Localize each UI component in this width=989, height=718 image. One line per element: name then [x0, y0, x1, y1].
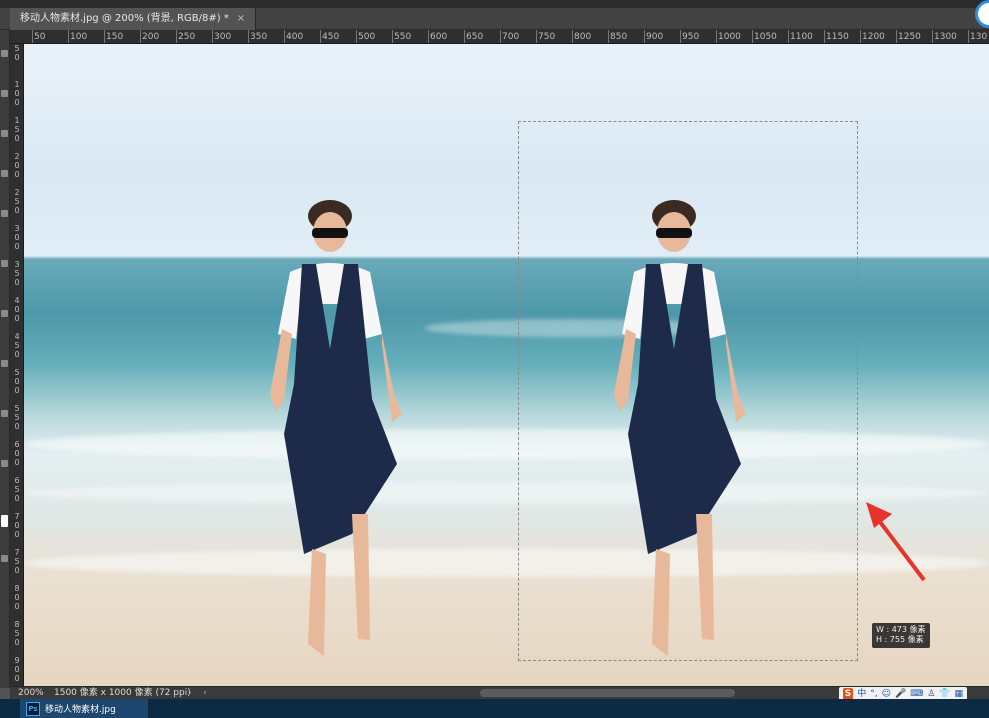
ruler-tick-label: 900 — [643, 30, 664, 43]
photoshop-window: 移动人物素材.jpg @ 200% (背景, RGB/8#) * × 50 100… — [0, 0, 989, 718]
ruler-tick-label: 3 0 0 — [14, 224, 20, 251]
document-tab-title: 移动人物素材.jpg @ 200% (背景, RGB/8#) * — [20, 13, 229, 24]
ruler-tick-label: 400 — [283, 30, 304, 43]
ruler-tick-label: 550 — [391, 30, 412, 43]
taskbar-item-label: 移动人物素材.jpg — [45, 705, 116, 715]
ruler-tick-label: 200 — [139, 30, 160, 43]
ruler-tick-label: 1050 — [752, 30, 777, 43]
document-info: 1500 像素 x 1000 像素 (72 ppi) — [54, 688, 191, 698]
crop-tool-icon[interactable] — [1, 170, 8, 177]
ruler-tick-label: 9 0 0 — [14, 656, 20, 683]
ruler-tick-label: 7 0 0 — [14, 512, 20, 539]
horizontal-ruler[interactable]: 50 100 150 200 250 300 350 400 450 500 550 600 650 70… — [10, 30, 989, 44]
ruler-tick-label: 250 — [175, 30, 196, 43]
ruler-tick-label: 2 5 0 — [14, 188, 20, 215]
person-original — [270, 200, 402, 656]
ruler-tick-label: 130 — [967, 30, 988, 43]
image-canvas[interactable]: W : 473 像素 H : 755 像素 — [24, 44, 989, 686]
ruler-tick-label: 6 5 0 — [14, 476, 20, 503]
ruler-tick-label: 350 — [247, 30, 268, 43]
options-bar-edge — [0, 0, 989, 8]
width-readout: W : 473 像素 — [876, 625, 926, 634]
ruler-tick-label: 1150 — [824, 30, 849, 43]
quick-mask-icon[interactable] — [1, 555, 8, 562]
ruler-tick-label: 650 — [463, 30, 484, 43]
microphone-icon[interactable]: 🎤 — [895, 688, 906, 700]
document-tab[interactable]: 移动人物素材.jpg @ 200% (背景, RGB/8#) * × — [10, 8, 257, 30]
horizontal-scrollbar[interactable] — [480, 689, 735, 697]
ruler-tick-label: 8 0 0 — [14, 584, 20, 611]
ruler-tick-label: 1250 — [896, 30, 921, 43]
ruler-tick-label: 4 0 0 — [14, 296, 20, 323]
move-tool-icon[interactable] — [1, 50, 8, 57]
ruler-tick-label: 1100 — [788, 30, 813, 43]
ruler-tick-label: 6 0 0 — [14, 440, 20, 467]
lasso-tool-icon[interactable] — [1, 130, 8, 137]
close-icon[interactable]: × — [237, 8, 245, 30]
height-readout: H : 755 像素 — [876, 635, 924, 644]
ruler-tick-label: 1 5 0 — [14, 116, 20, 143]
ruler-tick-label: 5 0 0 — [14, 368, 20, 395]
marquee-tool-icon[interactable] — [1, 90, 8, 97]
ruler-tick-label: 850 — [607, 30, 628, 43]
input-mode-toggle[interactable]: 中 — [857, 688, 866, 700]
windows-taskbar: Ps 移动人物素材.jpg — [0, 699, 989, 718]
emoji-icon[interactable]: ☺ — [882, 688, 891, 700]
ruler-tick-label: 450 — [319, 30, 340, 43]
photoshop-icon: Ps — [26, 701, 40, 716]
chevron-right-icon[interactable]: › — [188, 688, 192, 698]
ruler-tick-label: 500 — [355, 30, 376, 43]
ruler-tick-label: 750 — [535, 30, 556, 43]
ruler-tick-label: 800 — [571, 30, 592, 43]
chevron-left-icon[interactable]: ‹ — [203, 688, 207, 698]
eyedropper-tool-icon[interactable] — [1, 210, 8, 217]
text-tool-icon[interactable] — [1, 460, 8, 467]
transform-size-tooltip: W : 473 像素 H : 755 像素 — [872, 623, 930, 648]
sogou-logo-icon[interactable]: S — [842, 687, 854, 700]
vertical-ruler[interactable]: 5 0 1 0 0 1 5 0 2 0 0 2 5 0 3 0 0 3 5 0 4 0 0 4 … — [10, 44, 24, 688]
punctuation-icon[interactable]: °, — [870, 688, 877, 700]
ruler-tick-label: 5 0 — [14, 44, 20, 62]
ruler-tick-label: 1300 — [932, 30, 957, 43]
brush-tool-icon[interactable] — [1, 260, 8, 267]
ruler-tick-label: 2 0 0 — [14, 152, 20, 179]
ruler-tick-label: 7 5 0 — [14, 548, 20, 575]
ruler-tick-label: 50 — [31, 30, 46, 43]
zoom-level[interactable]: 200% — [18, 687, 44, 699]
user-icon[interactable]: ♙ — [927, 688, 935, 700]
ruler-tick-label: 1000 — [716, 30, 741, 43]
ruler-tick-label: 700 — [499, 30, 520, 43]
ruler-tick-label: 8 5 0 — [14, 620, 20, 647]
taskbar-photoshop-item[interactable]: Ps 移动人物素材.jpg — [20, 699, 148, 718]
ruler-tick-label: 300 — [211, 30, 232, 43]
ruler-tick-label: 5 5 0 — [14, 404, 20, 431]
ruler-tick-label: 3 5 0 — [14, 260, 20, 287]
ruler-tick-label: 150 — [103, 30, 124, 43]
ruler-tick-label: 100 — [67, 30, 88, 43]
ruler-tick-label: 1200 — [860, 30, 885, 43]
eraser-tool-icon[interactable] — [1, 360, 8, 367]
foreground-color-swatch[interactable] — [1, 515, 8, 527]
ruler-tick-label: 4 5 0 — [14, 332, 20, 359]
stamp-tool-icon[interactable] — [1, 310, 8, 317]
ruler-tick-label: 600 — [427, 30, 448, 43]
skin-icon[interactable]: 👕 — [939, 688, 950, 700]
document-tab-bar: 移动人物素材.jpg @ 200% (背景, RGB/8#) * × — [0, 8, 989, 30]
ruler-tick-label: 1 0 0 — [14, 80, 20, 107]
toolbox-icon[interactable]: ▦ — [954, 688, 963, 700]
status-nav-arrows[interactable]: › ‹ — [188, 687, 207, 699]
marquee-selection[interactable] — [518, 121, 858, 661]
keyboard-icon[interactable]: ⌨ — [910, 688, 923, 700]
status-bar: 200% 1500 像素 x 1000 像素 (72 ppi) › ‹ S 中 … — [10, 686, 989, 700]
gradient-tool-icon[interactable] — [1, 410, 8, 417]
ruler-tick-label: 950 — [679, 30, 700, 43]
annotation-arrow-icon — [866, 502, 926, 582]
tools-panel — [0, 30, 10, 688]
